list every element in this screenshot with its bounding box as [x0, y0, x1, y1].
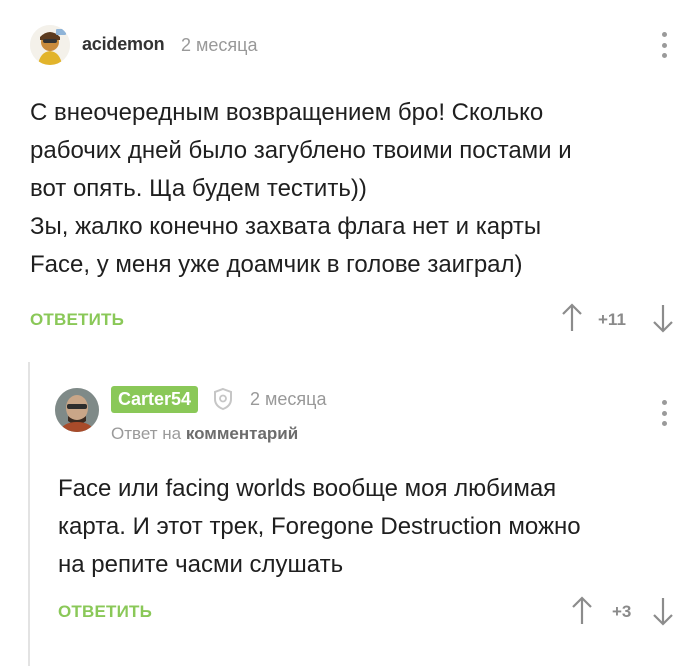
- comment-body-line: вот опять. Ща будем тестить)): [30, 175, 367, 202]
- avatar-portrait-icon: [55, 388, 99, 432]
- downvote-arrow-down-icon[interactable]: [651, 596, 675, 631]
- vote-score: +3: [612, 602, 632, 621]
- vote-score: +11: [598, 310, 626, 329]
- comment-body: С внеочередным возвращением бро! Сколько…: [30, 94, 670, 284]
- reply-button[interactable]: ОТВЕТИТЬ: [58, 602, 152, 622]
- reply-to-prefix: Ответ на: [111, 424, 182, 443]
- avatar-carter54[interactable]: [55, 388, 99, 432]
- comment-author-name[interactable]: acidemon: [82, 34, 165, 55]
- upvote-arrow-up-icon[interactable]: [570, 596, 594, 631]
- comment-body-line: карта. И этот трек, Foregone Destruction…: [58, 513, 581, 540]
- avatar-acidemon[interactable]: [30, 25, 70, 65]
- comment-body-line: С внеочередным возвращением бро! Сколько: [30, 99, 544, 126]
- comment-body-line: Face, у меня уже доамчик в голове заигра…: [30, 251, 523, 278]
- downvote-arrow-down-icon[interactable]: [651, 303, 675, 338]
- upvote-arrow-up-icon[interactable]: [560, 303, 584, 338]
- comment-body-line: Face или facing worlds вообще моя любима…: [58, 475, 557, 502]
- comment-body: Face или facing worlds вообще моя любима…: [58, 470, 678, 584]
- comment-body-line: рабочих дней было загублено твоими поста…: [30, 137, 572, 164]
- comment-timestamp: 2 месяца: [250, 389, 327, 409]
- reply-to-label: Ответ на комментарий: [111, 424, 298, 444]
- avatar-cartoon-icon: [30, 25, 70, 65]
- comment-menu-kebab-icon[interactable]: [661, 400, 667, 426]
- reply-button[interactable]: ОТВЕТИТЬ: [30, 310, 124, 330]
- comment-body-line: на репите часми слушать: [58, 551, 344, 578]
- comment-timestamp: 2 месяца: [181, 35, 258, 55]
- reply-to-link[interactable]: комментарий: [186, 424, 298, 443]
- thread-line: [28, 362, 30, 666]
- author-badge[interactable]: Carter54: [111, 386, 199, 413]
- comment-menu-kebab-icon[interactable]: [661, 32, 667, 58]
- shield-icon: [212, 387, 234, 416]
- comment-body-line: Зы, жалко конечно захвата флага нет и ка…: [30, 213, 542, 240]
